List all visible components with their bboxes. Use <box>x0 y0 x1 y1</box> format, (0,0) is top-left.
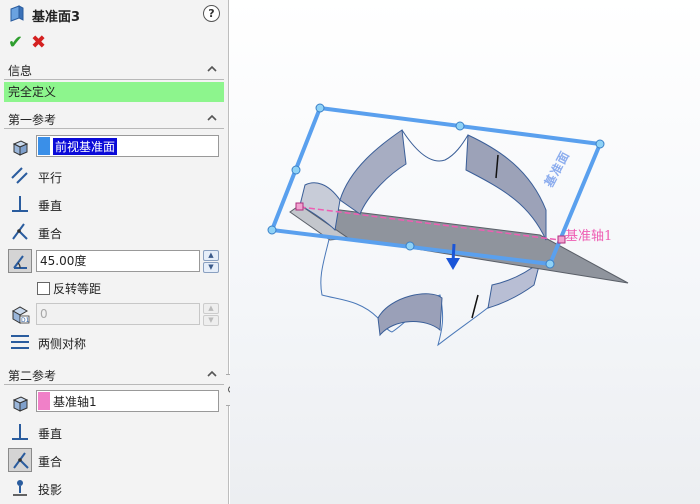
spin-up-icon[interactable]: ▲ <box>203 250 219 261</box>
coincident-icon <box>12 223 28 240</box>
panel-title: 基准面3 <box>32 10 81 25</box>
chevron-up-icon[interactable] <box>206 113 218 123</box>
status-banner: 完全定义 <box>4 82 224 102</box>
parallel-button[interactable] <box>8 164 32 188</box>
second-coincident-button[interactable] <box>8 448 32 472</box>
offset-distance-button[interactable]: D1 <box>8 303 32 327</box>
graphics-viewport[interactable]: 基准轴1 基准面 <box>230 0 700 504</box>
help-icon[interactable]: ? <box>203 5 220 22</box>
first-ref-section-label: 第一参考 <box>8 113 57 127</box>
spin-down-icon[interactable]: ▼ <box>203 315 219 326</box>
selection-color-swatch <box>38 392 50 410</box>
info-section-label: 信息 <box>8 64 33 78</box>
plane-feature-icon <box>10 5 24 22</box>
second-perpendicular-button[interactable] <box>8 420 32 444</box>
offset-distance-input[interactable]: 0 <box>36 303 200 325</box>
angle-input[interactable]: 45.00度 <box>36 250 200 272</box>
angle-icon <box>13 255 27 269</box>
svg-text:D1: D1 <box>21 317 30 324</box>
second-perpendicular-label: 垂直 <box>38 427 63 441</box>
selection-color-swatch <box>38 137 50 155</box>
spin-up-icon[interactable]: ▲ <box>203 303 219 314</box>
model-graphics <box>267 103 629 347</box>
projection-icon <box>13 480 27 496</box>
first-ref-section-header[interactable]: 第一参考 <box>4 110 224 129</box>
offset-distance-spinner[interactable]: ▲ ▼ <box>203 303 219 326</box>
chevron-up-icon[interactable] <box>206 64 218 74</box>
flip-offset-checkbox[interactable] <box>37 282 50 295</box>
mid-plane-icon <box>11 335 29 349</box>
perpendicular-icon <box>12 424 28 440</box>
angle-button[interactable] <box>8 249 32 273</box>
angle-spinner[interactable]: ▲ ▼ <box>203 250 219 273</box>
second-ref-section-label: 第二参考 <box>8 369 57 383</box>
flip-offset-label: 反转等距 <box>53 282 102 296</box>
coincident-icon <box>13 452 29 469</box>
spin-down-icon[interactable]: ▼ <box>203 262 219 273</box>
first-ref-selection-box[interactable]: 前视基准面 <box>36 135 219 157</box>
parallel-label: 平行 <box>38 171 63 185</box>
axis-name-label[interactable]: 基准轴1 <box>565 225 612 244</box>
perpendicular-button[interactable] <box>8 192 32 216</box>
mid-plane-button[interactable] <box>8 330 32 354</box>
status-text: 完全定义 <box>8 85 57 99</box>
projection-label: 投影 <box>38 483 63 497</box>
projection-button[interactable] <box>8 476 32 500</box>
ok-button[interactable]: ✔ <box>8 33 23 53</box>
cancel-button[interactable]: ✖ <box>31 33 46 53</box>
perpendicular-icon <box>12 196 28 212</box>
cube-icon <box>12 396 29 412</box>
coincident-label: 重合 <box>38 227 63 241</box>
parallel-icon <box>11 167 28 184</box>
coincident-button[interactable] <box>8 220 32 244</box>
mid-plane-label: 两侧对称 <box>38 337 87 351</box>
panel-header: 基准面3 ? <box>0 0 229 28</box>
property-manager-panel: 基准面3 ? ✔ ✖ 信息 完全定义 第一参考 前视基准面 平行 垂直 重合 4… <box>0 0 229 504</box>
second-ref-section-header[interactable]: 第二参考 <box>4 366 224 385</box>
offset-distance-icon: D1 <box>11 306 30 324</box>
info-section-header[interactable]: 信息 <box>4 61 224 80</box>
second-ref-entity-icon <box>8 392 32 416</box>
second-ref-selection-text: 基准轴1 <box>53 395 97 409</box>
chevron-up-icon[interactable] <box>206 369 218 379</box>
second-ref-selection-box[interactable]: 基准轴1 <box>36 390 219 412</box>
first-ref-entity-icon <box>8 136 32 160</box>
second-coincident-label: 重合 <box>38 455 63 469</box>
first-ref-selection-text: 前视基准面 <box>53 138 118 155</box>
perpendicular-label: 垂直 <box>38 199 63 213</box>
cube-icon <box>12 140 29 156</box>
